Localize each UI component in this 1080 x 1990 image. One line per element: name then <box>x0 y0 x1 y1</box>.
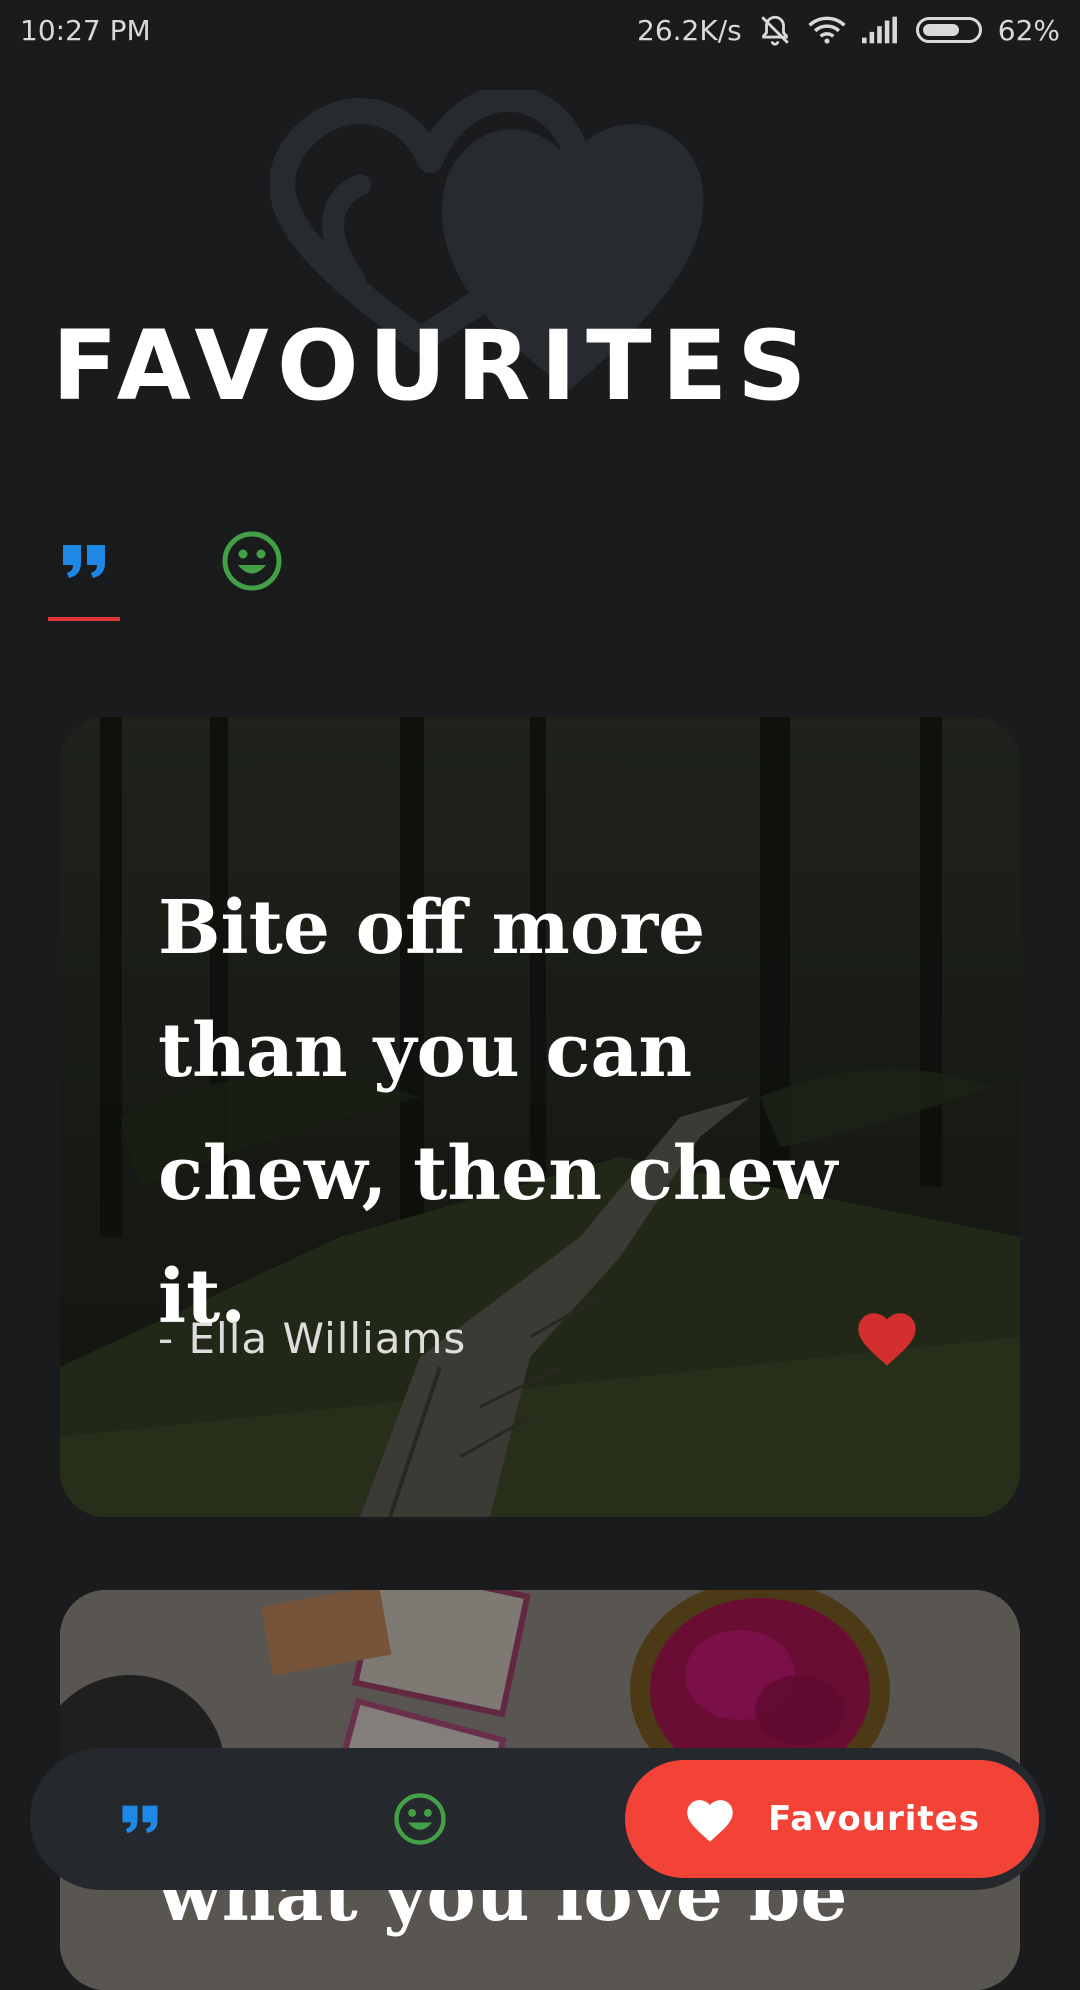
nav-jokes[interactable] <box>380 1748 460 1890</box>
tab-indicator <box>48 617 120 621</box>
status-bar: 10:27 PM 26.2K/s 62% <box>0 0 1080 60</box>
quote-text: Bite off more than you can chew, then ch… <box>158 885 838 1340</box>
quote-author: - Ella Williams <box>158 1314 467 1363</box>
tab-jokes[interactable] <box>214 505 290 617</box>
battery-icon <box>915 17 982 43</box>
heart-icon[interactable] <box>854 1307 920 1367</box>
network-speed: 26.2K/s <box>637 13 742 47</box>
smiley-icon <box>394 1793 446 1845</box>
quote-icon <box>63 545 105 578</box>
nav-quotes[interactable] <box>100 1748 180 1890</box>
status-right: 26.2K/s 62% <box>637 13 1060 47</box>
page-title: FAVOURITES <box>52 310 817 422</box>
smiley-icon <box>222 531 282 591</box>
quote-icon <box>122 1805 158 1834</box>
quote-card[interactable]: Bite off more than you can chew, then ch… <box>60 717 1020 1517</box>
tab-quotes[interactable] <box>46 505 122 617</box>
battery-percent: 62% <box>997 13 1060 47</box>
status-time: 10:27 PM <box>20 13 151 47</box>
mute-alarm-icon <box>758 13 792 47</box>
wifi-icon <box>808 15 846 45</box>
heart-icon <box>687 1800 733 1842</box>
bottom-nav: Favourites <box>30 1748 1046 1890</box>
signal-icon <box>861 16 900 44</box>
nav-favourites[interactable]: Favourites <box>625 1760 1039 1878</box>
tab-bar <box>0 505 1080 625</box>
nav-favourites-label: Favourites <box>768 1799 980 1839</box>
